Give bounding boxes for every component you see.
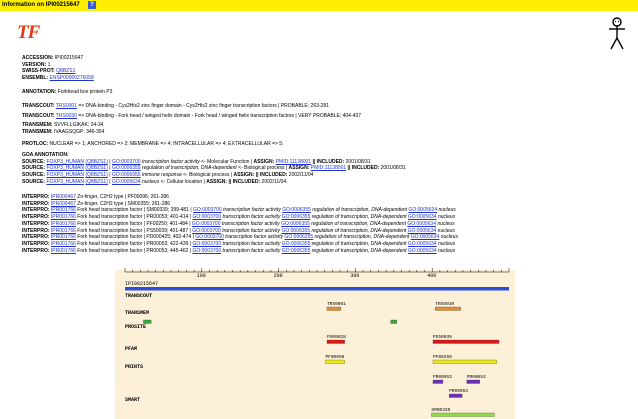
feature-label: PF00250 <box>433 354 452 360</box>
feature-label: SM00339 <box>431 407 450 413</box>
feature-label: PR00053 <box>433 374 452 380</box>
feature-label: PS50039 <box>433 334 452 340</box>
feature-label: TRS0030 <box>435 301 454 307</box>
feature-label: PS00028 <box>327 334 346 340</box>
feature-bar <box>325 359 345 364</box>
feature-label: TRS0001 <box>327 301 346 307</box>
ruler-label: 200 <box>274 273 283 279</box>
feature-bar <box>435 306 461 311</box>
ruler-label: 100 <box>197 273 206 279</box>
track-label-smart: SMART <box>125 397 140 403</box>
track-label-transmem: TRANSMEM <box>125 310 149 316</box>
protein-label: IPI00215647 <box>125 281 158 287</box>
track-label-prosite: PROSITE <box>125 324 146 330</box>
feature-bar <box>431 412 495 417</box>
feature-bar <box>390 319 398 324</box>
track-label-pfam: PFAM <box>125 346 137 352</box>
feature-bar <box>326 339 345 344</box>
track-label-prints: PRINTS <box>125 364 143 370</box>
protein-bar <box>125 287 509 291</box>
feature-bar <box>466 379 480 384</box>
feature-bar <box>448 393 463 398</box>
ruler-label: 400 <box>427 273 436 279</box>
feature-label: PF00096 <box>325 354 344 360</box>
feature-label: PR00053 <box>467 374 486 380</box>
ruler-label: 300 <box>350 273 359 279</box>
domain-map: 100 200 300 400 IPI00215647 TRANSCOUT TRANSMEM… <box>124 268 510 417</box>
feature-bar <box>432 359 497 364</box>
feature-label: PR00053 <box>449 388 468 394</box>
track-label-transcout: TRANSCOUT <box>125 293 152 299</box>
feature-bar <box>143 319 152 324</box>
feature-bar <box>326 306 341 311</box>
feature-bar <box>432 339 500 344</box>
feature-bar <box>432 379 444 384</box>
